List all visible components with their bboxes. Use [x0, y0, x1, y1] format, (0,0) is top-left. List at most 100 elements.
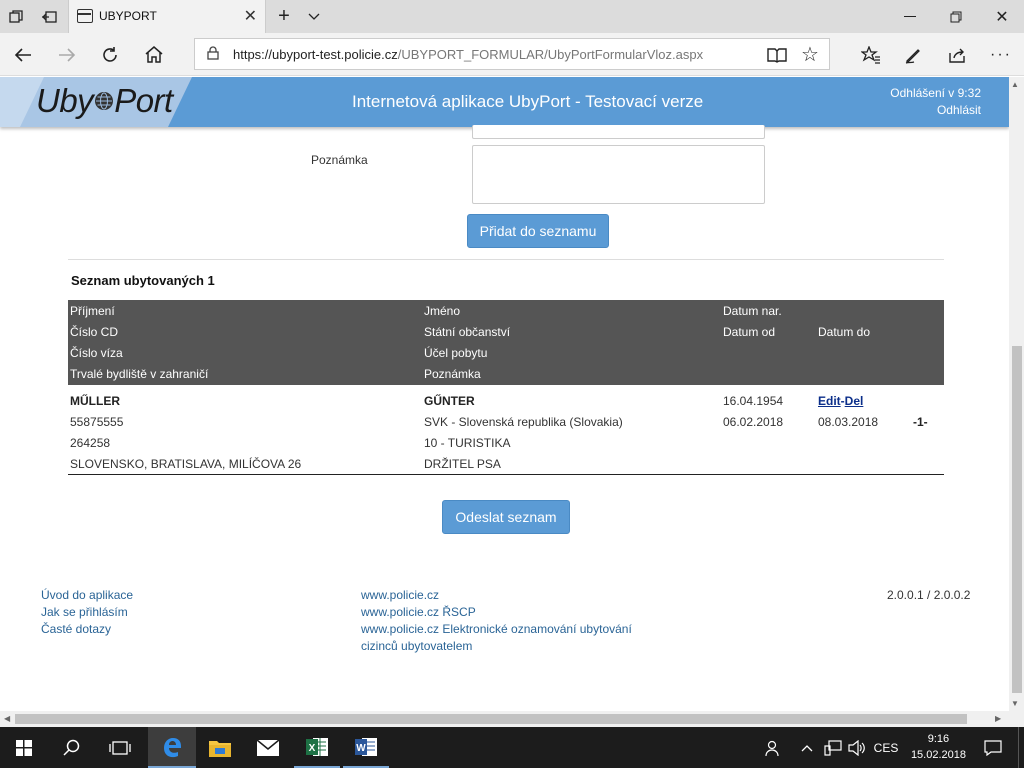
footer-link-rscp[interactable]: www.policie.cz ŘSCP — [361, 605, 476, 619]
header-citizenship: Státní občanství — [424, 325, 511, 339]
table-header: Příjmení Jméno Datum nar. Číslo CD Státn… — [68, 300, 944, 385]
row-name: GŰNTER — [424, 394, 475, 408]
logout-link[interactable]: Odhlásit — [937, 103, 981, 117]
reading-view-icon[interactable] — [762, 33, 792, 76]
row-index: -1- — [913, 415, 928, 429]
show-desktop-button[interactable] — [1018, 727, 1024, 768]
row-residence: SLOVENSKO, BRATISLAVA, MILÍČOVA 26 — [70, 457, 302, 471]
logo-text-port: Port — [114, 82, 173, 119]
refresh-icon[interactable] — [95, 33, 125, 76]
row-visa-number: 264258 — [70, 436, 111, 450]
header-note: Poznámka — [424, 367, 481, 381]
task-view-icon[interactable] — [96, 727, 144, 768]
edge-browser-icon[interactable] — [148, 727, 196, 768]
scroll-left-arrow-icon[interactable]: ◀ — [4, 714, 10, 723]
previous-input-field[interactable] — [472, 125, 765, 139]
header-surname: Příjmení — [70, 304, 115, 318]
close-window-icon[interactable]: ✕ — [988, 0, 1016, 33]
tab-list-chevron-icon[interactable] — [302, 0, 326, 33]
login-info: Odhlášení v 9:32 Odhlásit — [890, 85, 981, 119]
people-icon[interactable] — [758, 727, 788, 768]
footer-link-faq[interactable]: Časté dotazy — [41, 622, 111, 636]
browser-toolbar: https://ubyport-test.policie.cz/UBYPORT_… — [0, 33, 1024, 76]
note-textarea[interactable] — [472, 145, 765, 204]
scroll-up-arrow-icon[interactable]: ▲ — [1011, 80, 1019, 89]
svg-text:X: X — [309, 743, 316, 754]
row-date-to: 08.03.2018 — [818, 415, 879, 429]
header-stay-purpose: Účel pobytu — [424, 346, 488, 360]
clock-time: 9:16 — [927, 733, 950, 745]
row-birth-date: 16.04.1954 — [723, 394, 784, 408]
header-birth-date: Datum nar. — [723, 304, 782, 318]
vertical-scroll-thumb[interactable] — [1012, 346, 1022, 693]
horizontal-scroll-thumb[interactable] — [15, 714, 967, 724]
mail-icon[interactable] — [244, 727, 292, 768]
url-path: /UBYPORT_FORMULAR/UbyPortFormularVloz.as… — [397, 47, 704, 62]
note-label: Poznámka — [311, 153, 368, 167]
share-icon[interactable] — [942, 33, 972, 76]
delete-link[interactable]: Del — [845, 394, 864, 408]
input-language[interactable]: CES — [872, 727, 900, 768]
lock-icon — [207, 46, 219, 60]
restore-icon[interactable] — [942, 0, 970, 33]
header-date-from: Datum od — [723, 325, 776, 339]
guest-list-title: Seznam ubytovaných 1 — [71, 273, 215, 288]
scroll-right-arrow-icon[interactable]: ▶ — [995, 714, 1001, 723]
version-text: 2.0.0.1 / 2.0.0.2 — [887, 588, 971, 602]
volume-icon[interactable] — [846, 727, 868, 768]
logout-timer: Odhlášení v 9:32 — [890, 86, 981, 100]
footer-link-login-help[interactable]: Jak se přihlásím — [41, 605, 128, 619]
browser-tab[interactable]: UBYPORT ✕ — [68, 0, 266, 33]
header-date-to: Datum do — [818, 325, 871, 339]
close-tab-icon[interactable]: ✕ — [244, 6, 257, 26]
tab-preview-icon[interactable] — [0, 0, 32, 33]
more-menu-icon[interactable]: ··· — [986, 33, 1016, 76]
windows-taskbar: X W CES 9:16 15.02.2018 — [0, 727, 1024, 768]
forward-icon[interactable] — [52, 33, 82, 76]
add-to-list-button[interactable]: Přidat do seznamu — [467, 214, 609, 248]
header-residence: Trvalé bydliště v zahraničí — [70, 367, 209, 381]
search-icon[interactable] — [48, 727, 96, 768]
new-tab-icon[interactable]: + — [272, 0, 296, 33]
start-windows-icon[interactable] — [0, 727, 48, 768]
row-date-from: 06.02.2018 — [723, 415, 784, 429]
globe-icon — [95, 92, 114, 111]
submit-list-button[interactable]: Odeslat seznam — [442, 500, 570, 534]
section-divider — [68, 259, 944, 260]
home-icon[interactable] — [139, 33, 169, 76]
page-favicon-icon — [77, 9, 93, 23]
footer-link-policie[interactable]: www.policie.cz — [361, 588, 439, 602]
app-header: Uby Port Internetová aplikace UbyPort - T… — [0, 77, 1009, 127]
excel-icon[interactable]: X — [294, 727, 340, 768]
address-bar[interactable]: https://ubyport-test.policie.cz/UBYPORT_… — [194, 38, 830, 70]
file-explorer-icon[interactable] — [196, 727, 244, 768]
back-icon[interactable] — [8, 33, 38, 76]
web-page: Uby Port Internetová aplikace UbyPort - T… — [0, 77, 1009, 711]
row-actions: Edit-Del — [818, 394, 863, 408]
table-bottom-border — [68, 474, 944, 475]
footer-link-intro[interactable]: Úvod do aplikace — [41, 588, 133, 602]
footer-link-e-reporting-cont[interactable]: cizinců ubytovatelem — [361, 639, 472, 653]
scroll-down-arrow-icon[interactable]: ▼ — [1011, 699, 1019, 708]
ubyport-logo[interactable]: Uby Port — [36, 82, 173, 120]
row-note: DRŽITEL PSA — [424, 457, 501, 471]
network-icon[interactable] — [822, 727, 844, 768]
favorite-star-icon[interactable]: ☆ — [795, 33, 825, 76]
browser-tab-bar: UBYPORT ✕ + ✕ — [0, 0, 1024, 33]
edit-link[interactable]: Edit — [818, 394, 841, 408]
footer-link-e-reporting[interactable]: www.policie.cz Elektronické oznamování u… — [361, 622, 632, 636]
action-center-icon[interactable] — [978, 727, 1008, 768]
minimize-icon[interactable] — [896, 0, 924, 33]
header-cd-number: Číslo CD — [70, 325, 119, 339]
url-text: https://ubyport-test.policie.cz/UBYPORT_… — [233, 47, 703, 62]
app-title: Internetová aplikace UbyPort - Testovací… — [352, 92, 704, 111]
show-hidden-icons-chevron-icon[interactable] — [796, 727, 818, 768]
web-note-pen-icon[interactable] — [898, 33, 928, 76]
tab-title: UBYPORT — [99, 9, 157, 23]
set-tabs-aside-icon[interactable] — [34, 0, 64, 33]
row-stay-purpose: 10 - TURISTIKA — [424, 436, 511, 450]
word-icon[interactable]: W — [343, 727, 389, 768]
favorites-hub-icon[interactable] — [856, 33, 886, 76]
svg-text:W: W — [356, 743, 366, 754]
clock[interactable]: 9:16 15.02.2018 — [911, 731, 966, 763]
